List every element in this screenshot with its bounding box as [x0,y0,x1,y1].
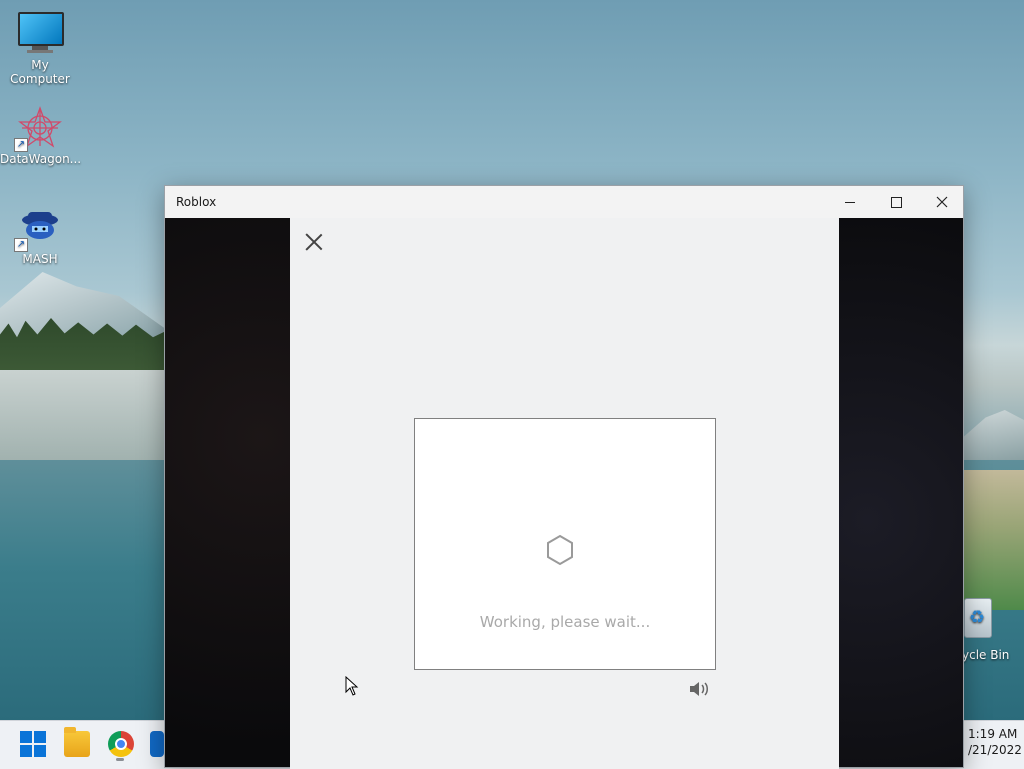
desktop-icon-recycle-bin[interactable]: ♻ ycle Bin [962,598,1024,662]
shortcut-arrow-icon: ↗ [14,138,28,152]
desktop-icon-label: DataWagon... [0,152,82,166]
desktop-icon-label: MASH [22,252,58,266]
roblox-window: Roblox Working, please wait... [164,185,964,769]
desktop-icon-mash[interactable]: ↗ MASH [0,206,80,266]
mash-icon: ↗ [14,206,62,252]
chrome-icon[interactable] [108,731,134,757]
mouse-cursor-icon [345,676,359,696]
mountain-right [960,410,1024,460]
status-text: Working, please wait... [479,613,651,631]
desktop-icon-label: My Computer [10,58,70,86]
field-right [960,470,1024,610]
close-window-button[interactable] [919,186,965,218]
desktop-icon-label: ycle Bin [962,648,1010,662]
file-explorer-icon[interactable] [64,727,90,757]
maximize-icon [890,196,902,208]
speaker-icon[interactable] [688,680,710,698]
desktop-icon-my-computer[interactable]: My Computer [0,12,80,86]
shortcut-arrow-icon: ↗ [14,238,28,252]
start-icon[interactable] [20,731,46,757]
close-icon [936,196,948,208]
running-indicator [116,758,124,761]
loading-box: Working, please wait... [414,418,716,670]
datawagon-icon: ↗ [14,106,62,152]
taskbar-clock[interactable]: 1:19 AM /21/2022 [964,726,1024,758]
minimize-icon [845,201,855,203]
window-title: Roblox [176,195,217,209]
recycle-bin-icon: ♻ [964,598,992,638]
clock-date: /21/2022 [968,743,1022,757]
dialog-close-button[interactable] [302,230,326,254]
desktop-icon-datawagon[interactable]: ↗ DataWagon... [0,106,82,166]
window-titlebar[interactable]: Roblox [165,186,963,218]
monitor-icon [18,12,64,56]
clock-time: 1:19 AM [968,727,1018,741]
minimize-button[interactable] [827,186,873,218]
shore-left [0,370,170,465]
hexagon-spinner-icon [547,534,573,566]
maximize-button[interactable] [873,186,919,218]
store-icon[interactable] [150,731,164,757]
loading-dialog: Working, please wait... [290,218,839,769]
